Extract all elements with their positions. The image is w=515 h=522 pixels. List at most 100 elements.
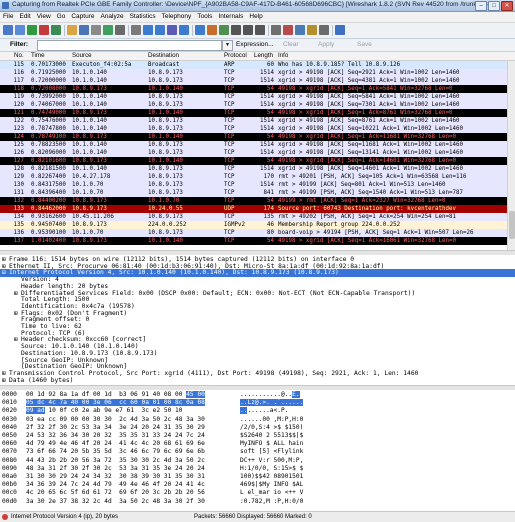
maximize-button[interactable]: □ [488,1,500,11]
stop-capture-icon[interactable] [39,25,49,35]
packet-row[interactable]: 126 0.82096000 10.1.0.140 10.8.9.173 TCP 1514… [0,149,507,157]
packet-row[interactable]: 123 0.78747800 10.1.0.140 10.8.9.173 TCP 1514… [0,125,507,133]
column-header-time[interactable]: Time [31,52,45,60]
hex-dump-row[interactable]: 0010 05 dc 4c 7a 40 00 3e 06 cc 60 0a 01 … [0,399,515,407]
apply-button[interactable]: Apply [318,41,334,48]
hex-dump-row[interactable]: 00b0 34 36 39 24 7c 24 4d 79 49 4e 46 4f … [0,481,515,489]
ascii-bytes-selected: ..Lz@.>. .`...... [240,399,304,407]
resize-columns-icon[interactable] [271,25,281,35]
hex-dump-row[interactable]: 0020 09 ad 10 0f c0 2e ab 9e e7 61 3c e2 … [0,407,515,415]
packet-row[interactable]: 135 0.94507400 10.8.9.173 224.0.0.252 IGMPv2… [0,221,507,229]
packet-row[interactable]: 120 0.74067000 10.1.0.140 10.8.9.173 TCP 1514… [0,101,507,109]
packet-row[interactable]: 119 0.73992000 10.1.0.140 10.8.9.173 TCP 1514… [0,93,507,101]
column-header-info[interactable]: Info [278,52,288,60]
packet-row[interactable]: 122 0.75476000 10.1.0.140 10.8.9.173 TCP 1514… [0,117,507,125]
menu-item-file[interactable]: File [0,12,16,22]
autoscroll-icon[interactable] [219,25,229,35]
packet-row[interactable]: 132 0.84400200 10.8.9.173 10.1.0.70 TCP 54 491… [0,197,507,205]
preferences-icon[interactable] [319,25,329,35]
print-icon[interactable] [115,25,125,35]
expand-toggle-icon[interactable]: ⊞ [2,377,9,384]
menu-item-analyze[interactable]: Analyze [97,12,126,22]
hex-dump-row[interactable]: 0070 73 6f 66 74 20 5b 35 5d 3c 46 6c 79 … [0,448,515,456]
open-file-icon[interactable] [67,25,77,35]
packet-row[interactable]: 121 0.74749000 10.8.9.173 10.1.0.140 TCP 54 49… [0,109,507,117]
hex-dump-row[interactable]: 0060 4d 79 49 4e 46 4f 20 24 41 4c 4c 20 … [0,440,515,448]
go-to-packet-icon[interactable] [167,25,177,35]
menu-item-internals[interactable]: Internals [215,12,246,22]
hex-dump-row[interactable]: 0030 03 ea cc 09 00 00 30 30 2c 4d 3a 50 … [0,416,515,424]
packet-row[interactable]: 137 1.01402400 10.8.9.173 10.1.0.140 TCP 54 49… [0,237,507,245]
expression-button[interactable]: Expression... [236,41,274,48]
packet-row[interactable]: 115 0.70173000 Executon_f4:02:5a Broadcast A… [0,61,507,69]
hex-dump-row[interactable]: 0000 00 1d 92 8a 1a df 00 1d b3 06 91 40 … [0,391,515,399]
column-header-length[interactable]: Length [254,52,273,60]
minimize-button[interactable]: – [475,1,487,11]
column-header-source[interactable]: Source [72,52,92,60]
hex-dump-row[interactable]: 00c0 4c 20 65 6c 5f 6d 61 72 69 6f 20 3c … [0,489,515,497]
packet-row[interactable]: 130 0.84317500 10.1.0.70 10.8.9.173 TCP 1514 r… [0,181,507,189]
find-packet-icon[interactable] [131,25,141,35]
go-first-icon[interactable] [179,25,189,35]
reload-icon[interactable] [103,25,113,35]
detail-tree-item[interactable]: ⊞ Data (1460 bytes) [0,377,515,384]
packet-row[interactable]: 116 0.71925000 10.1.0.140 10.8.9.173 TCP 1514… [0,69,507,77]
packet-row[interactable]: 134 0.93162600 10.45.11.206 10.8.9.173 TCP 13… [0,213,507,221]
coloring-rules-icon[interactable] [307,25,317,35]
packet-row[interactable]: 127 0.82101600 10.8.9.173 10.1.0.140 TCP 54 49… [0,157,507,165]
filter-input[interactable] [37,40,222,51]
go-last-icon[interactable] [195,25,205,35]
packet-row[interactable]: 129 0.82267400 10.4.27.178 10.8.9.173 TCP 170… [0,173,507,181]
packet-row[interactable]: 128 0.82181500 10.1.0.140 10.8.9.173 TCP 1514… [0,165,507,173]
column-header-destination[interactable]: Destination [148,52,179,60]
menu-item-capture[interactable]: Capture [68,12,97,22]
hex-dump-row[interactable]: 0090 48 3a 31 2f 30 2f 30 2c 53 3a 31 35 … [0,465,515,473]
packet-row[interactable]: 124 0.78749100 10.8.9.173 10.1.0.140 TCP 54 49… [0,133,507,141]
help-icon[interactable] [335,25,345,35]
packet-cell-dst: 10.8.9.173 [148,78,183,84]
close-button[interactable]: ✕ [501,1,513,11]
expert-info-icon[interactable] [2,514,8,520]
go-back-icon[interactable] [143,25,153,35]
menu-item-telephony[interactable]: Telephony [159,12,195,22]
column-header-no[interactable]: No. [14,52,24,60]
capture-filters-icon[interactable] [283,25,293,35]
display-filters-icon[interactable] [295,25,305,35]
menu-item-help[interactable]: Help [246,12,265,22]
packet-cell-dst: 10.8.9.173 [148,94,183,100]
zoom-in-icon[interactable] [231,25,241,35]
packet-row[interactable]: 136 0.95390100 10.1.0.70 10.8.9.173 TCP 80 boa… [0,229,507,237]
menu-item-statistics[interactable]: Statistics [127,12,159,22]
menu-item-edit[interactable]: Edit [16,12,33,22]
hex-dump-row[interactable]: 0050 24 53 32 36 34 30 20 32 35 35 31 33 … [0,432,515,440]
packet-row[interactable]: 125 0.78823500 10.1.0.140 10.8.9.173 TCP 1514… [0,141,507,149]
hex-dump-row[interactable]: 0040 2f 32 2f 30 2c 53 3a 34 3e 24 20 24 … [0,424,515,432]
clear-button[interactable]: Clear [283,41,299,48]
interface-list-icon[interactable] [3,25,13,35]
packet-row[interactable]: 118 0.72008000 10.8.9.173 10.1.0.140 TCP 54 49… [0,85,507,93]
menu-item-tools[interactable]: Tools [194,12,215,22]
start-capture-icon[interactable] [27,25,37,35]
capture-options-icon[interactable] [15,25,25,35]
colorize-icon[interactable] [207,25,217,35]
zoom-out-icon[interactable] [243,25,253,35]
save-filter-button[interactable]: Save [357,41,372,48]
packet-row[interactable]: 117 0.72000000 10.1.0.140 10.8.9.173 TCP 1514… [0,77,507,85]
column-header-protocol[interactable]: Protocol [224,52,247,60]
scrollbar-thumb[interactable] [509,211,515,239]
menu-item-go[interactable]: Go [54,12,69,22]
menu-item-view[interactable]: View [34,12,54,22]
zoom-normal-icon[interactable] [255,25,265,35]
save-file-icon[interactable] [79,25,89,35]
packet-row[interactable]: 133 0.84462000 10.8.9.173 10.24.0.55 UDP 174 S… [0,205,507,213]
restart-capture-icon[interactable] [51,25,61,35]
hex-dump-row[interactable]: 00a0 31 30 30 29 24 24 34 32 30 38 39 30 … [0,473,515,481]
packet-row[interactable]: 131 0.84396400 10.1.0.70 10.8.9.173 TCP 841 rm… [0,189,507,197]
hex-dump-row[interactable]: 0080 44 43 2b 2b 20 56 3a 72 35 30 30 2c … [0,457,515,465]
hex-dump-row[interactable]: 00d0 3a 30 2e 37 38 32 2c 4d 3a 50 2c 48 … [0,498,515,506]
go-forward-icon[interactable] [155,25,165,35]
packet-list-scrollbar[interactable] [507,61,515,250]
filter-dropdown-button[interactable]: ▼ [222,40,233,51]
packet-cell-time: 0.82267400 [31,174,66,180]
close-file-icon[interactable] [91,25,101,35]
